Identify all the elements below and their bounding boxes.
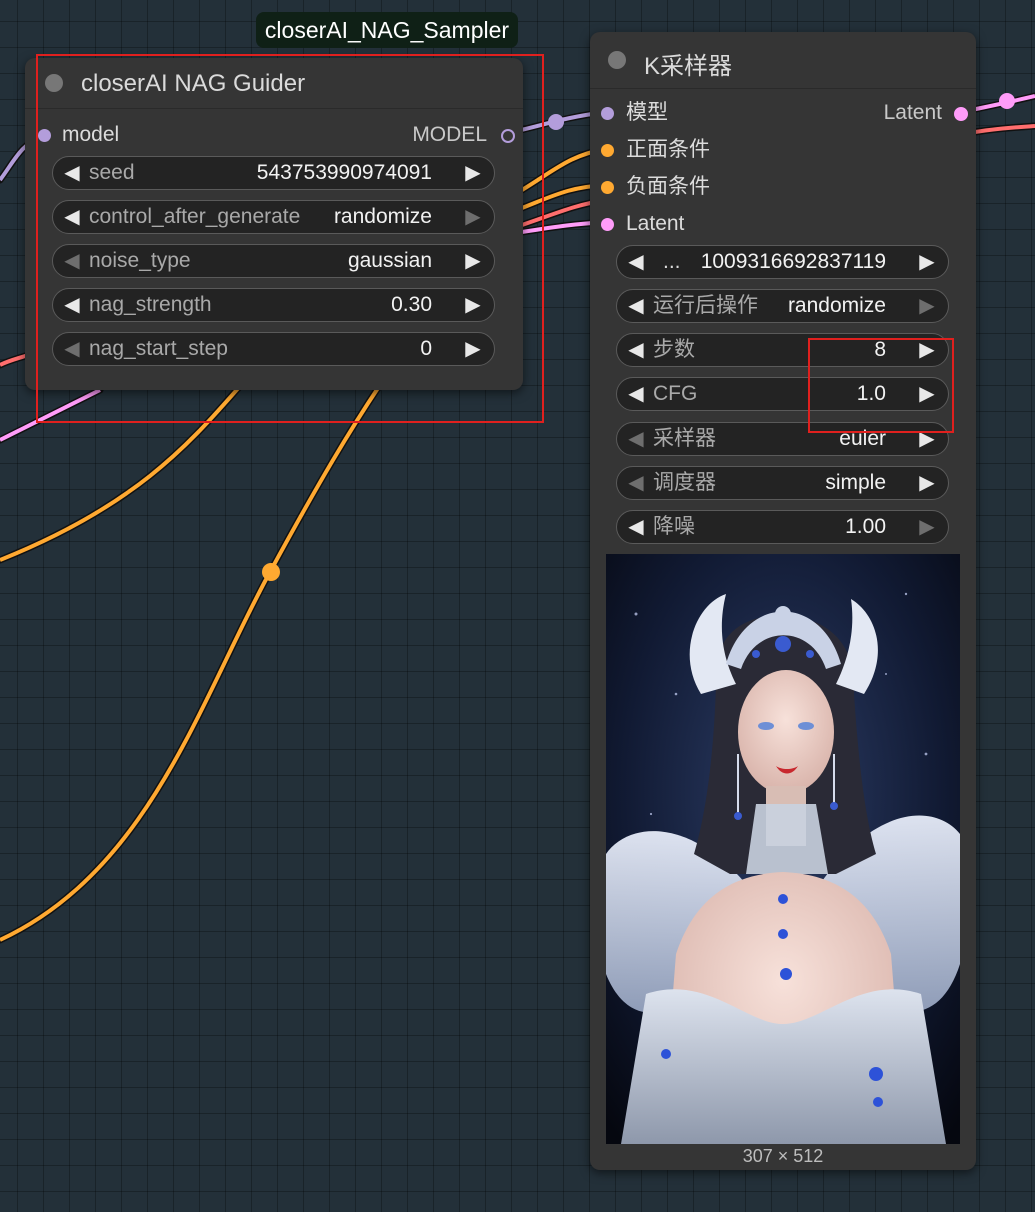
nag-strength-value: 0.30: [391, 293, 432, 316]
decrement-arrow-icon[interactable]: ◀: [61, 201, 83, 233]
decrement-arrow-icon[interactable]: ◀: [625, 467, 647, 499]
scheduler-value: simple: [825, 471, 886, 494]
decrement-arrow-icon[interactable]: ◀: [61, 333, 83, 365]
latent-output-socket[interactable]: [954, 107, 968, 121]
positive-input-socket[interactable]: [601, 144, 614, 157]
latent-input-label: Latent: [626, 212, 685, 235]
sampler-label: 采样器: [653, 427, 716, 450]
seed-value: 543753990974091: [256, 161, 432, 184]
decrement-arrow-icon[interactable]: ◀: [625, 334, 647, 366]
control-after-generate-widget[interactable]: ◀ control_after_generate randomize ▶: [52, 200, 495, 234]
increment-arrow-icon[interactable]: ▶: [462, 157, 484, 189]
increment-arrow-icon[interactable]: ▶: [916, 334, 938, 366]
increment-arrow-icon[interactable]: ▶: [916, 423, 938, 455]
ksampler-node[interactable]: K采样器 模型 Latent 正面条件 负面条件 Latent ◀ ... 10…: [590, 32, 976, 1170]
nag-guider-title: closerAI NAG Guider: [81, 70, 306, 97]
nag-start-step-widget[interactable]: ◀ nag_start_step 0 ▶: [52, 332, 495, 366]
decrement-arrow-icon[interactable]: ◀: [61, 245, 83, 277]
increment-arrow-icon[interactable]: ▶: [462, 245, 484, 277]
steps-widget[interactable]: ◀ 步数 8 ▶: [616, 333, 949, 367]
decrement-arrow-icon[interactable]: ◀: [625, 423, 647, 455]
collapse-dot-icon[interactable]: [608, 51, 626, 69]
increment-arrow-icon[interactable]: ▶: [462, 201, 484, 233]
control-after-generate-label: 运行后操作: [653, 294, 758, 317]
nag-strength-label: nag_strength: [89, 293, 212, 316]
cfg-widget[interactable]: ◀ CFG 1.0 ▶: [616, 377, 949, 411]
denoise-label: 降噪: [653, 515, 695, 538]
control-after-generate-value: randomize: [787, 294, 886, 317]
nag-start-step-label: nag_start_step: [89, 337, 228, 360]
conditioning-link-2: [0, 383, 382, 942]
decrement-arrow-icon[interactable]: ◀: [61, 289, 83, 321]
control-after-generate-value: randomize: [333, 205, 432, 228]
seed-label: seed: [89, 161, 135, 184]
decrement-arrow-icon[interactable]: ◀: [625, 378, 647, 410]
latent-link-left: [0, 388, 101, 442]
decrement-arrow-icon[interactable]: ◀: [625, 290, 647, 322]
model-link-midpoint: [548, 114, 564, 130]
positive-input-label: 正面条件: [626, 138, 710, 161]
ksampler-io-row: 模型 Latent: [590, 101, 976, 125]
sampler-value: euler: [839, 427, 886, 450]
latent-input-row: Latent: [590, 212, 790, 236]
latent-input-socket[interactable]: [601, 218, 614, 231]
nag-guider-header[interactable]: closerAI NAG Guider: [25, 58, 523, 109]
model-output-label: MODEL: [412, 123, 487, 146]
nag-strength-widget[interactable]: ◀ nag_strength 0.30 ▶: [52, 288, 495, 322]
model-input-label: 模型: [626, 101, 668, 124]
nag-start-step-value: 0: [420, 337, 432, 360]
latent-output-label: Latent: [883, 101, 942, 124]
angel-portrait-illustration: [606, 554, 960, 1144]
increment-arrow-icon[interactable]: ▶: [916, 467, 938, 499]
nag-guider-node[interactable]: closerAI NAG Guider model MODEL ◀ seed 5…: [25, 58, 523, 390]
positive-input-row: 正面条件: [590, 138, 790, 162]
seed-widget[interactable]: ◀ seed 543753990974091 ▶: [52, 156, 495, 190]
conditioning-link-midpoint: [262, 563, 280, 581]
increment-arrow-icon[interactable]: ▶: [916, 511, 938, 543]
scheduler-widget[interactable]: ◀ 调度器 simple ▶: [616, 466, 949, 500]
increment-arrow-icon[interactable]: ▶: [916, 378, 938, 410]
model-input-socket[interactable]: [601, 107, 614, 120]
ksampler-title: K采样器: [644, 53, 733, 80]
conditioning-link-1: [0, 373, 252, 562]
collapse-dot-icon[interactable]: [45, 74, 63, 92]
ksampler-seed-widget[interactable]: ◀ ... 1009316692837119 ▶: [616, 245, 949, 279]
steps-label: 步数: [653, 338, 695, 361]
nag-guider-io-row: model MODEL: [25, 123, 523, 147]
decrement-arrow-icon[interactable]: ◀: [625, 246, 647, 278]
increment-arrow-icon[interactable]: ▶: [916, 246, 938, 278]
control-after-generate-label: control_after_generate: [89, 205, 301, 228]
output-image-preview[interactable]: [606, 554, 960, 1144]
decrement-arrow-icon[interactable]: ◀: [61, 157, 83, 189]
decrement-arrow-icon[interactable]: ◀: [625, 511, 647, 543]
increment-arrow-icon[interactable]: ▶: [916, 290, 938, 322]
denoise-widget[interactable]: ◀ 降噪 1.00 ▶: [616, 510, 949, 544]
ksampler-seed-value: 1009316692837119: [700, 250, 886, 273]
cfg-label: CFG: [653, 382, 698, 405]
negative-input-label: 负面条件: [626, 175, 710, 198]
scheduler-label: 调度器: [653, 471, 716, 494]
sampler-widget[interactable]: ◀ 采样器 euler ▶: [616, 422, 949, 456]
model-input-socket[interactable]: [38, 129, 51, 142]
noise-type-label: noise_type: [89, 249, 191, 272]
ksampler-header[interactable]: K采样器: [590, 32, 976, 89]
model-input-label: model: [62, 123, 120, 146]
model-output-socket[interactable]: [501, 129, 515, 143]
ksampler-seed-label: ...: [663, 250, 681, 273]
increment-arrow-icon[interactable]: ▶: [462, 333, 484, 365]
negative-input-socket[interactable]: [601, 181, 614, 194]
latent-link-midpoint: [999, 93, 1015, 109]
denoise-value: 1.00: [845, 515, 886, 538]
image-size-caption: 307 × 512: [742, 1146, 824, 1166]
noise-type-widget[interactable]: ◀ noise_type gaussian ▶: [52, 244, 495, 278]
cfg-value: 1.0: [856, 382, 886, 405]
group-title[interactable]: closerAI_NAG_Sampler: [256, 12, 518, 48]
noise-type-value: gaussian: [347, 249, 432, 272]
negative-input-row: 负面条件: [590, 175, 790, 199]
increment-arrow-icon[interactable]: ▶: [462, 289, 484, 321]
control-after-generate-widget[interactable]: ◀ 运行后操作 randomize ▶: [616, 289, 949, 323]
steps-value: 8: [874, 338, 886, 361]
